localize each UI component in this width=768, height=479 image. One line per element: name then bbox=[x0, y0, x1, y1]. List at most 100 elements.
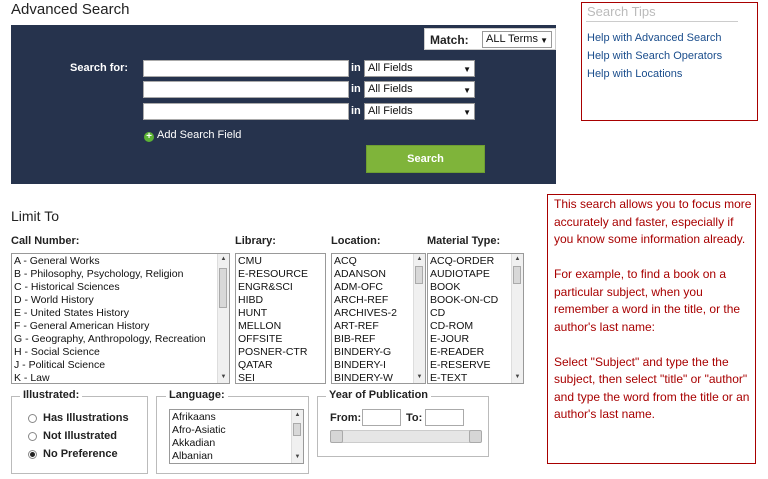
scroll-down-icon[interactable]: ▼ bbox=[292, 452, 303, 463]
list-item[interactable]: E-JOUR bbox=[430, 333, 498, 346]
search-tips-title: Search Tips bbox=[587, 4, 656, 19]
language-list[interactable]: Afrikaans Afro-Asiatic Akkadian Albanian… bbox=[169, 409, 304, 464]
list-item[interactable]: AUDIOTAPE bbox=[430, 268, 498, 281]
not-illustrated-label[interactable]: Not Illustrated bbox=[43, 430, 117, 442]
list-item[interactable]: E-RESOURCE bbox=[238, 268, 308, 281]
list-item[interactable]: ARCHIVES-2 bbox=[334, 307, 397, 320]
list-item[interactable]: E-READER bbox=[430, 346, 498, 359]
list-item[interactable]: ADM-OFC bbox=[334, 281, 397, 294]
list-item[interactable]: CD-ROM bbox=[430, 320, 498, 333]
list-item[interactable]: HIBD bbox=[238, 294, 308, 307]
search-term-input-2[interactable] bbox=[143, 81, 349, 98]
list-item[interactable]: E-RESERVE bbox=[430, 359, 498, 372]
has-illustrations-label[interactable]: Has Illustrations bbox=[43, 412, 129, 424]
help-locations-link[interactable]: Help with Locations bbox=[587, 68, 682, 80]
year-range-slider[interactable] bbox=[330, 430, 482, 443]
list-item[interactable]: A - General Works bbox=[14, 255, 206, 268]
list-item[interactable]: ARCH-REF bbox=[334, 294, 397, 307]
scrollbar-thumb[interactable] bbox=[219, 268, 227, 308]
list-item[interactable]: H - Social Science bbox=[14, 346, 206, 359]
has-illustrations-radio[interactable] bbox=[28, 414, 37, 423]
scrollbar[interactable]: ▲ ▼ bbox=[217, 254, 229, 383]
search-term-input-3[interactable] bbox=[143, 103, 349, 120]
slider-handle-min[interactable] bbox=[330, 430, 343, 443]
list-item[interactable]: BOOK bbox=[430, 281, 498, 294]
not-illustrated-radio[interactable] bbox=[28, 432, 37, 441]
list-item[interactable]: BINDERY-W bbox=[334, 372, 397, 383]
list-item[interactable]: G - Geography, Anthropology, Recreation bbox=[14, 333, 206, 346]
match-select[interactable]: ALL Terms ▼ bbox=[482, 31, 552, 48]
scrollbar-thumb[interactable] bbox=[293, 423, 301, 436]
scroll-up-icon[interactable]: ▲ bbox=[512, 254, 523, 265]
limit-to-title: Limit To bbox=[11, 208, 59, 224]
list-item[interactable]: D - World History bbox=[14, 294, 206, 307]
library-label: Library: bbox=[235, 235, 276, 247]
search-panel: Match: ALL Terms ▼ Search for: in All Fi… bbox=[11, 25, 556, 184]
scroll-up-icon[interactable]: ▲ bbox=[218, 254, 229, 265]
list-item[interactable]: BIB-REF bbox=[334, 333, 397, 346]
help-note-paragraph: For example, to find a book on a particu… bbox=[554, 267, 741, 334]
field-select-value: All Fields bbox=[368, 62, 413, 74]
list-item[interactable]: Akkadian bbox=[172, 437, 226, 450]
list-item[interactable]: MELLON bbox=[238, 320, 308, 333]
help-search-operators-link[interactable]: Help with Search Operators bbox=[587, 50, 722, 62]
list-item[interactable]: ENGR&SCI bbox=[238, 281, 308, 294]
list-item[interactable]: J - Political Science bbox=[14, 359, 206, 372]
call-number-list[interactable]: A - General Works B - Philosophy, Psycho… bbox=[11, 253, 230, 384]
add-search-field-link[interactable]: + Add Search Field bbox=[144, 129, 241, 142]
library-list[interactable]: CMU E-RESOURCE ENGR&SCI HIBD HUNT MELLON… bbox=[235, 253, 326, 384]
list-item[interactable]: ACQ-ORDER bbox=[430, 255, 498, 268]
list-item[interactable]: POSNER-CTR bbox=[238, 346, 308, 359]
list-item[interactable]: BOOK-ON-CD bbox=[430, 294, 498, 307]
scrollbar-thumb[interactable] bbox=[513, 266, 521, 284]
list-item[interactable]: CMU bbox=[238, 255, 308, 268]
help-note-paragraph: This search allows you to focus more acc… bbox=[554, 197, 752, 246]
field-select-2[interactable]: All Fields ▼ bbox=[364, 81, 475, 98]
list-item[interactable]: F - General American History bbox=[14, 320, 206, 333]
year-to-input[interactable] bbox=[425, 409, 464, 426]
list-item[interactable]: SEI bbox=[238, 372, 308, 383]
scrollbar[interactable]: ▲ ▼ bbox=[511, 254, 523, 383]
list-item[interactable]: QATAR bbox=[238, 359, 308, 372]
list-item[interactable]: ACQ bbox=[334, 255, 397, 268]
field-select-1[interactable]: All Fields ▼ bbox=[364, 60, 475, 77]
scrollbar-thumb[interactable] bbox=[415, 266, 423, 284]
location-list[interactable]: ACQ ADANSON ADM-OFC ARCH-REF ARCHIVES-2 … bbox=[331, 253, 426, 384]
scroll-up-icon[interactable]: ▲ bbox=[292, 410, 303, 421]
list-item[interactable]: K - Law bbox=[14, 372, 206, 383]
help-advanced-search-link[interactable]: Help with Advanced Search bbox=[587, 32, 722, 44]
from-label: From: bbox=[330, 412, 362, 424]
list-item[interactable]: C - Historical Sciences bbox=[14, 281, 206, 294]
divider bbox=[586, 21, 738, 22]
scroll-down-icon[interactable]: ▼ bbox=[512, 372, 523, 383]
field-select-3[interactable]: All Fields ▼ bbox=[364, 103, 475, 120]
list-item[interactable]: Afro-Asiatic bbox=[172, 424, 226, 437]
field-select-value: All Fields bbox=[368, 83, 413, 95]
list-item[interactable]: BINDERY-G bbox=[334, 346, 397, 359]
scrollbar[interactable]: ▲ ▼ bbox=[413, 254, 425, 383]
no-preference-radio[interactable] bbox=[28, 450, 37, 459]
material-type-list[interactable]: ACQ-ORDER AUDIOTAPE BOOK BOOK-ON-CD CD C… bbox=[427, 253, 524, 384]
year-from-input[interactable] bbox=[362, 409, 401, 426]
scroll-up-icon[interactable]: ▲ bbox=[414, 254, 425, 265]
slider-handle-max[interactable] bbox=[469, 430, 482, 443]
list-item[interactable]: E-TEXT bbox=[430, 372, 498, 383]
list-item[interactable]: Albanian bbox=[172, 450, 226, 463]
list-item[interactable]: BINDERY-I bbox=[334, 359, 397, 372]
list-item[interactable]: B - Philosophy, Psychology, Religion bbox=[14, 268, 206, 281]
scrollbar[interactable]: ▲ ▼ bbox=[291, 410, 303, 463]
list-item[interactable]: ADANSON bbox=[334, 268, 397, 281]
search-button[interactable]: Search bbox=[366, 145, 485, 173]
language-label: Language: bbox=[166, 389, 228, 401]
list-item[interactable]: E - United States History bbox=[14, 307, 206, 320]
list-item[interactable]: CD bbox=[430, 307, 498, 320]
list-item[interactable]: Afrikaans bbox=[172, 411, 226, 424]
search-tips-box: Search Tips Help with Advanced Search He… bbox=[581, 2, 758, 121]
scroll-down-icon[interactable]: ▼ bbox=[218, 372, 229, 383]
search-term-input-1[interactable] bbox=[143, 60, 349, 77]
list-item[interactable]: ART-REF bbox=[334, 320, 397, 333]
no-preference-label[interactable]: No Preference bbox=[43, 448, 118, 460]
list-item[interactable]: HUNT bbox=[238, 307, 308, 320]
scroll-down-icon[interactable]: ▼ bbox=[414, 372, 425, 383]
list-item[interactable]: OFFSITE bbox=[238, 333, 308, 346]
